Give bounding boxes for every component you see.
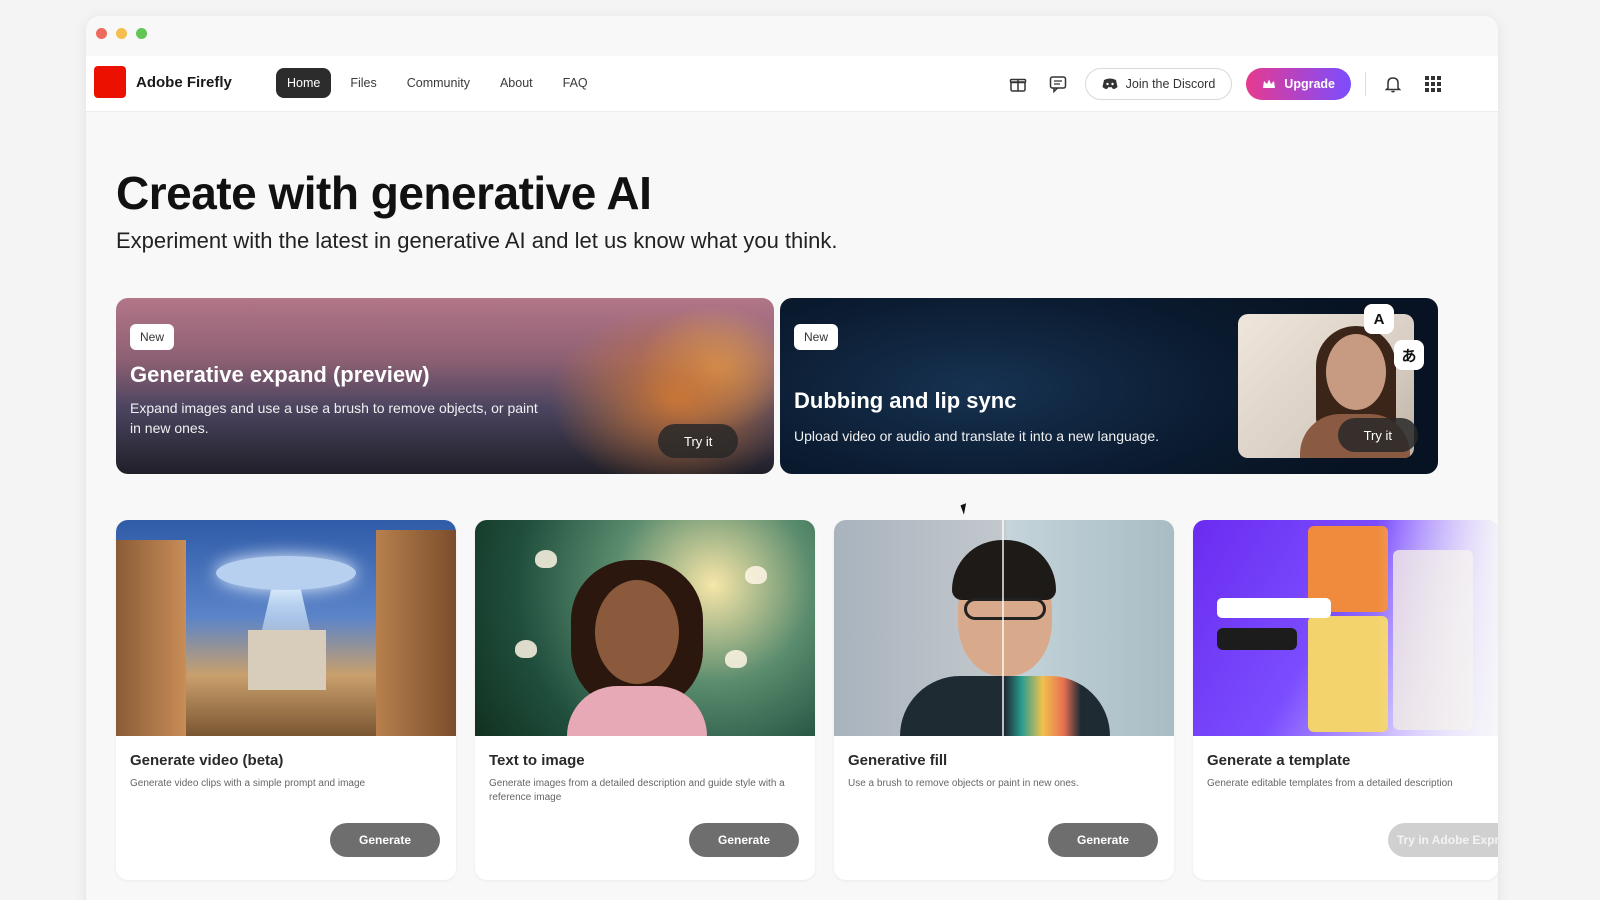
card-image — [475, 520, 815, 736]
adobe-logo-icon — [94, 66, 126, 98]
join-discord-button[interactable]: Join the Discord — [1084, 68, 1233, 100]
tab-home[interactable]: Home — [276, 68, 332, 98]
page-subtitle: Experiment with the latest in generative… — [116, 228, 838, 253]
card-description: Use a brush to remove objects or paint i… — [848, 778, 1079, 789]
upgrade-button[interactable]: Upgrade — [1246, 68, 1351, 100]
feature-description: Upload video or audio and translate it i… — [794, 428, 1160, 444]
divider — [1365, 72, 1366, 96]
top-navigation: Adobe Firefly Home Files Community About… — [86, 56, 1498, 112]
try-it-button[interactable]: Try it — [658, 424, 739, 458]
card-image — [1193, 520, 1498, 736]
brand[interactable]: Adobe Firefly — [94, 66, 232, 98]
brand-name: Adobe Firefly — [136, 73, 232, 91]
generate-button[interactable]: Generate — [330, 823, 440, 857]
try-in-express-button[interactable]: Try in Adobe Express — [1388, 823, 1498, 857]
window-close-button[interactable] — [96, 28, 107, 39]
card-generative-fill[interactable]: Generative fill Use a brush to remove ob… — [834, 520, 1174, 880]
card-description: Generate images from a detailed descript… — [489, 778, 785, 803]
upgrade-label: Upgrade — [1284, 77, 1335, 91]
card-image — [116, 520, 456, 736]
card-generate-template[interactable]: Generate a template Generate editable te… — [1193, 520, 1498, 880]
feature-title: Dubbing and lip sync — [794, 388, 1017, 413]
card-description: Generate video clips with a simple promp… — [130, 778, 366, 789]
window-controls — [96, 28, 147, 39]
try-it-button[interactable]: Try it — [1337, 418, 1418, 452]
crown-icon — [1263, 79, 1276, 88]
join-discord-label: Join the Discord — [1125, 77, 1216, 91]
generate-button[interactable]: Generate — [1048, 823, 1158, 857]
card-description: Generate editable templates from a detai… — [1207, 778, 1453, 789]
nav-tabs: Home Files Community About FAQ — [276, 68, 599, 98]
tab-faq[interactable]: FAQ — [552, 68, 599, 98]
bell-icon[interactable] — [1380, 71, 1406, 97]
feature-card-generative-expand[interactable]: New Generative expand (preview) Expand i… — [116, 298, 774, 474]
page-title: Create with generative AI — [116, 167, 652, 219]
feature-title: Generative expand (preview) — [130, 362, 430, 387]
feedback-icon[interactable] — [1045, 71, 1071, 97]
tab-about[interactable]: About — [489, 68, 544, 98]
card-title: Generative fill — [848, 752, 948, 769]
new-badge: New — [130, 324, 175, 350]
card-generate-video[interactable]: Generate video (beta) Generate video cli… — [116, 520, 456, 880]
language-chip-a: A — [1364, 304, 1394, 334]
mouse-cursor-icon — [960, 503, 970, 515]
card-title: Generate a template — [1207, 752, 1351, 769]
language-chip-ja: あ — [1394, 340, 1424, 370]
browser-window: Adobe Firefly Home Files Community About… — [86, 16, 1498, 900]
card-image — [834, 520, 1174, 736]
feature-description: Expand images and use a use a brush to r… — [130, 400, 538, 436]
discord-icon — [1102, 78, 1118, 89]
tab-files[interactable]: Files — [339, 68, 387, 98]
generate-button[interactable]: Generate — [689, 823, 799, 857]
card-title: Generate video (beta) — [130, 752, 284, 769]
window-minimize-button[interactable] — [116, 28, 127, 39]
nav-actions: Join the Discord Upgrade — [1005, 68, 1446, 100]
feature-card-dubbing[interactable]: New Dubbing and lip sync Upload video or… — [780, 298, 1438, 474]
card-title: Text to image — [489, 752, 585, 769]
window-maximize-button[interactable] — [136, 28, 147, 39]
card-text-to-image[interactable]: Text to image Generate images from a det… — [475, 520, 815, 880]
new-badge: New — [794, 324, 839, 350]
gift-icon[interactable] — [1005, 71, 1031, 97]
tab-community[interactable]: Community — [396, 68, 481, 98]
apps-grid-icon[interactable] — [1420, 71, 1446, 97]
